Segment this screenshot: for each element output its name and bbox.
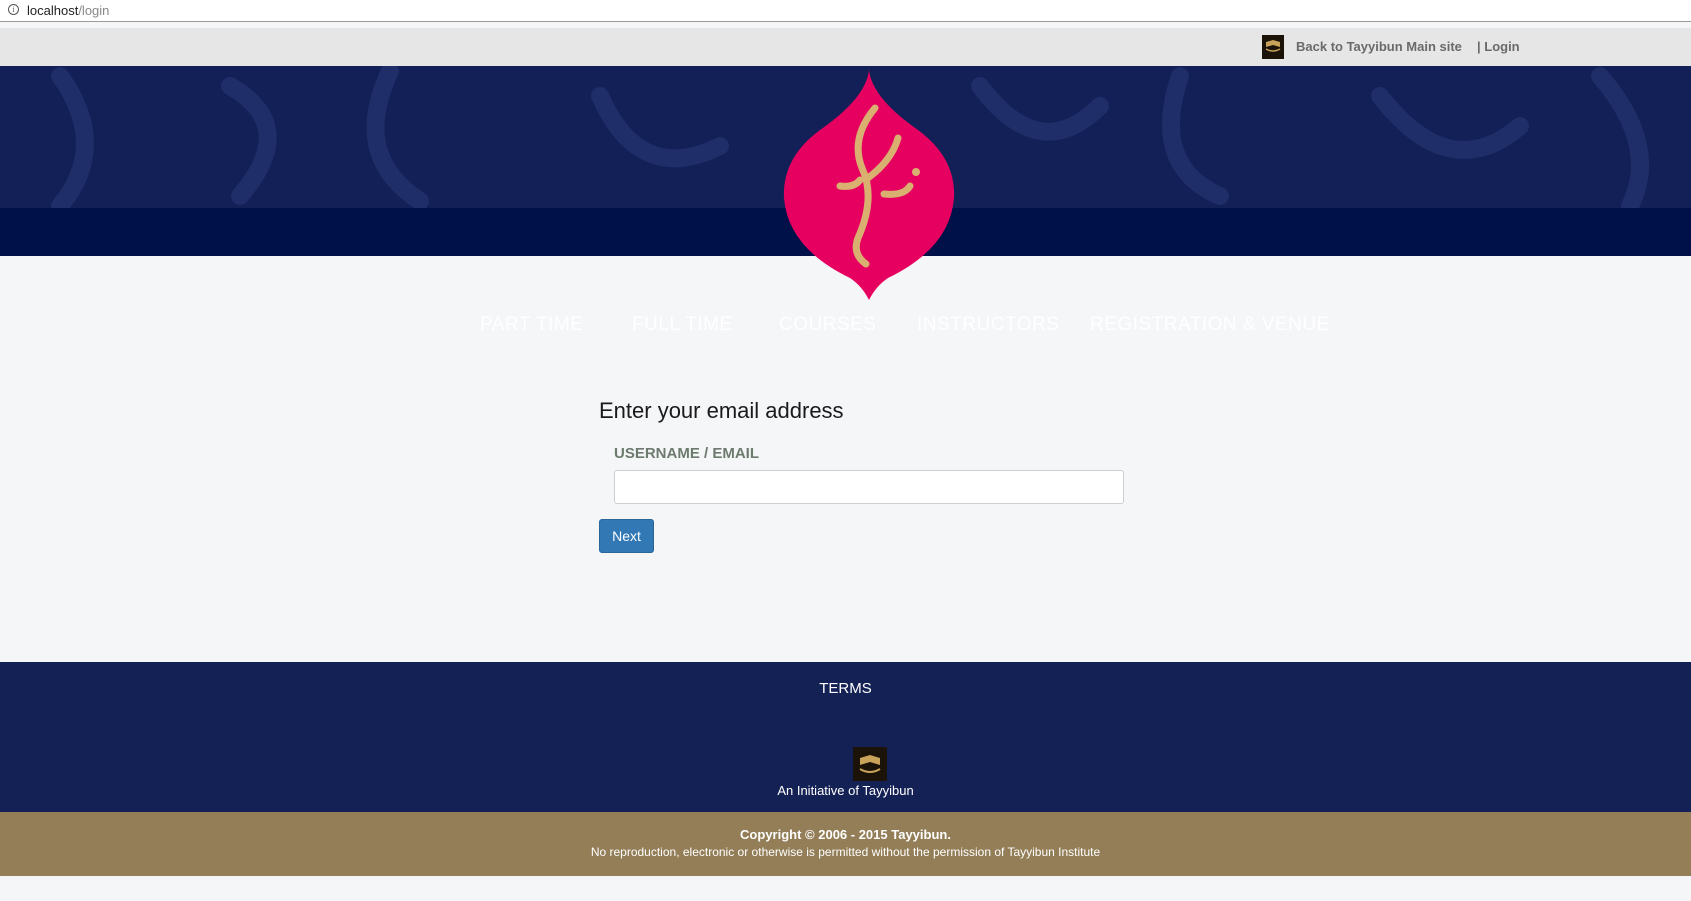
terms-link[interactable]: TERMS [0,680,1691,697]
url-text[interactable]: localhost/login [27,3,109,18]
url-path: /login [78,3,110,18]
page-title: Enter your email address [599,398,844,423]
nav-item-courses[interactable]: COURSES [779,314,876,336]
tayyibun-logo-icon [1262,35,1284,59]
site-footer: TERMS An Initiative of Tayyibun [0,662,1691,812]
copyright-text: Copyright © 2006 - 2015 Tayyibun. [740,827,951,842]
nav-item-part-time[interactable]: PART TIME [480,314,583,336]
username-email-input[interactable] [614,470,1124,504]
info-icon[interactable]: i [8,4,19,15]
aqsa-emblem [780,68,958,302]
back-to-main-site-link[interactable]: Back to Tayyibun Main site [1296,39,1462,54]
browser-address-bar[interactable]: i localhost/login [0,0,1691,22]
url-host: localhost [27,3,79,18]
login-link[interactable]: | Login [1477,39,1520,54]
main-navigation: PART TIME FULL TIME COURSES INSTRUCTORS … [0,314,1691,340]
top-bar: Back to Tayyibun Main site | Login [0,28,1691,66]
next-button[interactable]: Next [599,519,654,553]
copyright-bar: Copyright © 2006 - 2015 Tayyibun. No rep… [0,812,1691,876]
tayyibun-footer-logo-icon [853,747,887,781]
nav-item-instructors[interactable]: INSTRUCTORS [917,314,1059,336]
initiative-text: An Initiative of Tayyibun [777,783,914,798]
nav-item-full-time[interactable]: FULL TIME [632,314,733,336]
username-email-label: USERNAME / EMAIL [614,445,760,462]
nav-item-registration-venue[interactable]: REGISTRATION & VENUE [1090,314,1330,336]
reproduction-notice: No reproduction, electronic or otherwise… [590,845,1101,859]
